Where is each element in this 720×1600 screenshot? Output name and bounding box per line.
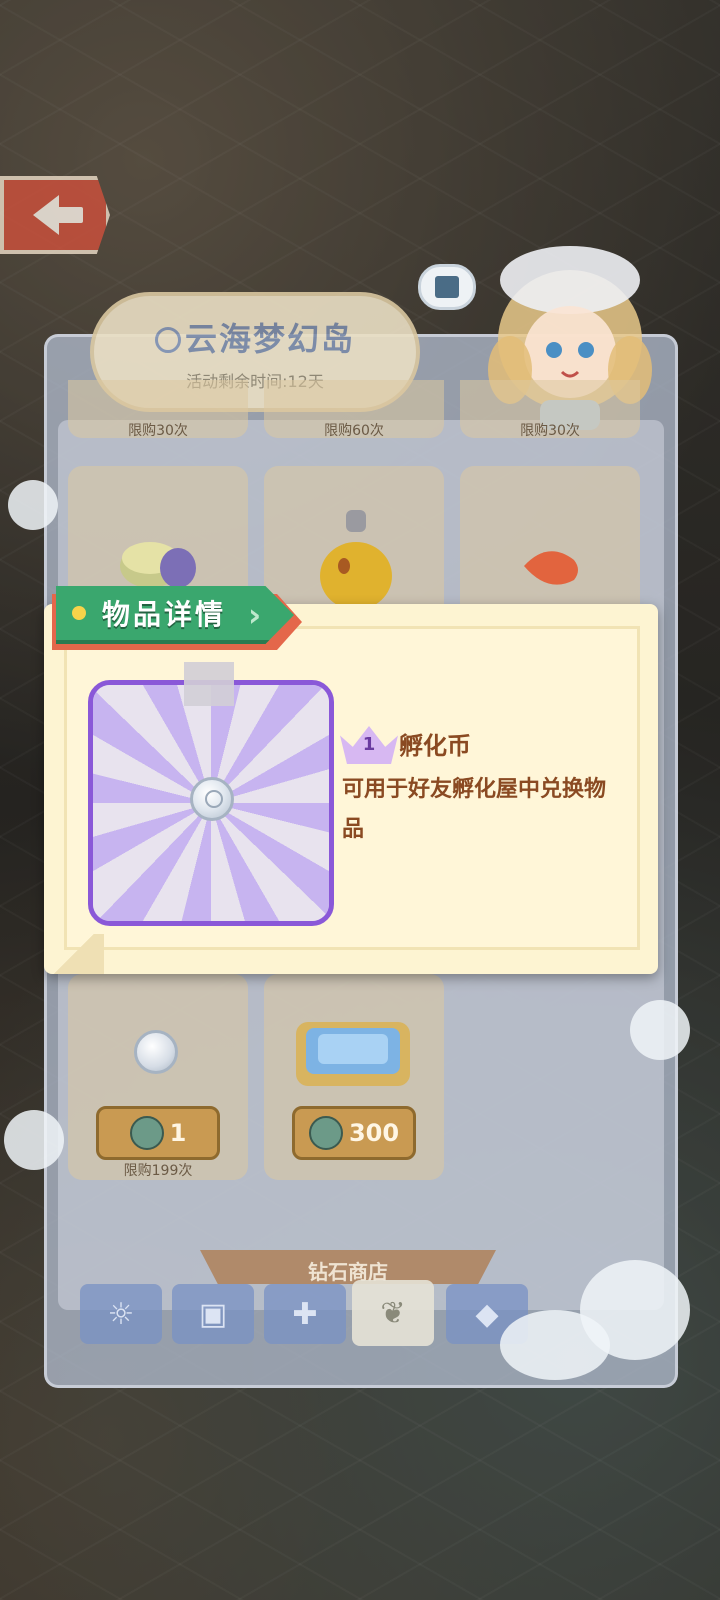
header-dot-icon [72,606,86,620]
back-arrow-icon [33,195,83,235]
mascot-icon: ☼ [107,1296,135,1332]
ticket-icon: ▣ [198,1296,228,1332]
leaf-icon: ❦ [380,1295,406,1331]
cloud-decoration [630,1000,690,1060]
chest-icon [296,1022,410,1086]
modal-title: 物品详情 [102,598,227,631]
hatch-coin-icon [190,777,234,821]
diamond-icon: ◆ [475,1296,499,1332]
windup-toy-icon [320,510,392,610]
currency-icon [308,1116,343,1150]
item-preview-frame [88,680,334,926]
modal-header: 物品详情 › [52,586,302,650]
price-value: 1 [169,1119,187,1147]
tape-decoration [184,662,234,706]
shop-item-card[interactable]: 1 限购199次 [68,974,248,1180]
book-icon [435,276,459,298]
shop-item-card[interactable]: 限购30次 [68,380,248,439]
speech-bubble[interactable] [418,264,476,310]
modal-corner-fold [44,934,104,974]
tab-gifts[interactable]: ✚ [264,1284,346,1344]
price-button[interactable]: 300 [292,1106,416,1160]
back-button[interactable] [0,176,110,254]
gift-icon: ✚ [292,1296,318,1332]
fish-icon [524,551,578,585]
tab-leaf[interactable]: ❦ [352,1280,434,1346]
shop-item-card[interactable]: 限购30次 [460,380,640,439]
shop-item-card[interactable]: 300 [264,974,444,1180]
shop-title: 云海梦幻岛 [94,314,416,360]
shop-item-card[interactable]: 限购60次 [264,380,444,439]
purchase-limit: 限购60次 [324,423,384,439]
cloud-decoration [4,1110,64,1170]
tab-tickets[interactable]: ▣ [172,1284,254,1344]
purchase-limit: 限购30次 [128,423,188,439]
cloud-decoration [8,480,58,530]
currency-icon [129,1116,164,1150]
purchase-limit: 限购30次 [520,423,580,439]
shop-title-text: 云海梦幻岛 [184,320,355,358]
chevron-right-icon: › [248,596,262,634]
price-value: 300 [348,1119,400,1147]
purchase-limit: 限购199次 [123,1163,193,1179]
rarity-level: 1 [362,734,376,755]
rarity-crown-badge: 1 [340,720,398,768]
price-button[interactable]: 1 [96,1106,220,1160]
island-coin-icon [154,327,181,353]
cloud-decoration [580,1260,690,1360]
hatch-coin-icon [134,1030,178,1074]
item-description: 可用于好友孵化屋中兑换物品 [342,777,607,842]
shop-section-banner: 钻石商店 [200,1250,496,1284]
item-name: 孵化币 [399,732,471,760]
tab-mascot[interactable]: ☼ [80,1284,162,1344]
